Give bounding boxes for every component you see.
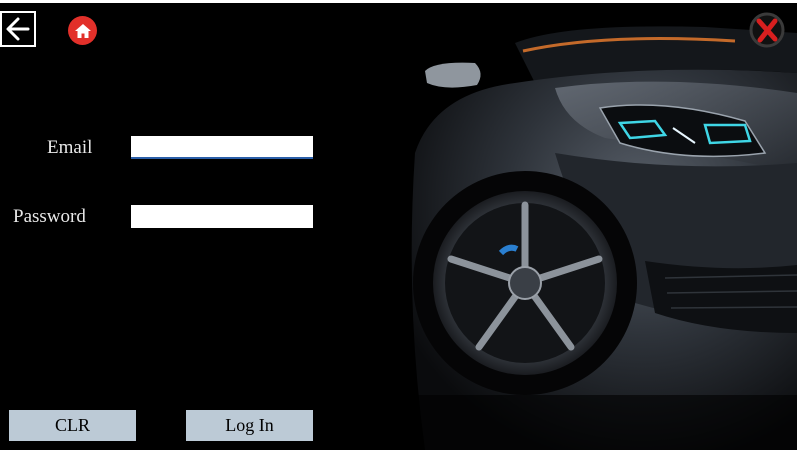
close-button[interactable] — [748, 11, 786, 49]
home-icon — [74, 23, 91, 38]
clear-button[interactable]: CLR — [9, 410, 136, 441]
home-button[interactable] — [68, 16, 97, 45]
car-image — [405, 26, 797, 450]
login-button[interactable]: Log In — [186, 410, 313, 441]
password-label: Password — [13, 206, 86, 227]
back-button[interactable] — [0, 11, 36, 47]
back-arrow-icon — [6, 17, 30, 41]
email-field[interactable] — [131, 136, 313, 159]
email-label: Email — [47, 137, 93, 158]
close-icon — [749, 12, 785, 48]
password-field[interactable] — [131, 205, 313, 228]
